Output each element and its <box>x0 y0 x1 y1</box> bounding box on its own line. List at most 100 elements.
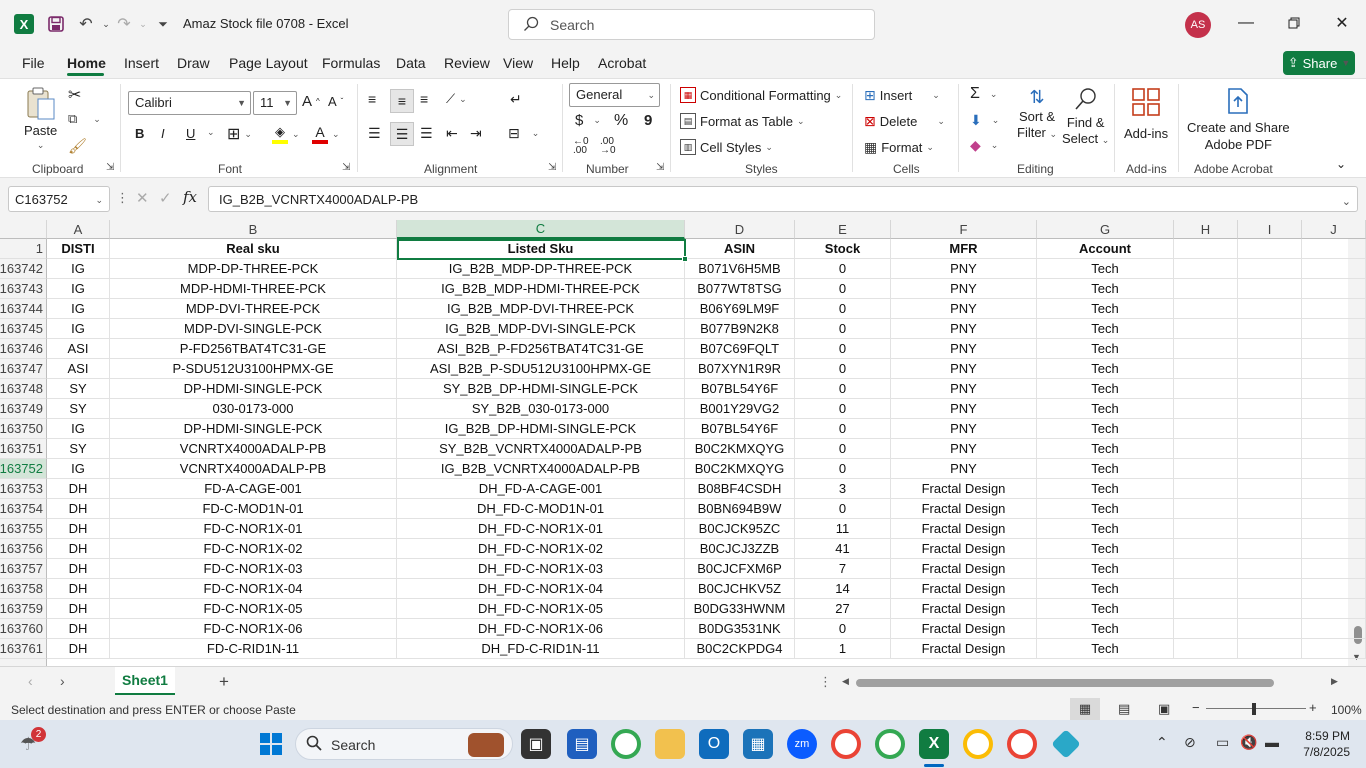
cell-mfr[interactable]: PNY <box>891 259 1037 279</box>
cell-disti[interactable]: DH <box>47 479 110 499</box>
cell-asin[interactable]: B001Y29VG2 <box>685 399 795 419</box>
select-all-corner[interactable] <box>0 220 47 239</box>
align-center-icon[interactable]: ☰ <box>390 122 414 146</box>
cell-listed-sku[interactable]: IG_B2B_DP-HDMI-SINGLE-PCK <box>397 419 685 439</box>
task-view-icon[interactable]: ▣ <box>521 729 551 759</box>
cell-stock[interactable]: 0 <box>795 379 891 399</box>
cell-mfr[interactable]: PNY <box>891 319 1037 339</box>
sheet-tab-sheet1[interactable]: Sheet1 <box>115 667 175 695</box>
cell-listed-sku[interactable]: DH_FD-C-RID1N-11 <box>397 639 685 659</box>
align-middle-icon[interactable]: ≡ <box>390 89 414 113</box>
more-options-icon[interactable]: ⋮ <box>116 190 129 206</box>
cell-account[interactable]: Tech <box>1037 539 1174 559</box>
cell-asin[interactable]: B0CJCHKV5Z <box>685 579 795 599</box>
cell-mfr[interactable]: MFR <box>891 239 1037 259</box>
percent-icon[interactable]: % <box>614 112 628 130</box>
cell-listed-sku[interactable]: IG_B2B_VCNRTX4000ADALP-PB <box>397 459 685 479</box>
cell-real-sku[interactable]: FD-C-NOR1X-03 <box>110 559 397 579</box>
row-header[interactable]: 163742 <box>0 259 47 279</box>
tab-review[interactable]: Review <box>444 55 490 71</box>
cell-account[interactable]: Account <box>1037 239 1174 259</box>
paste-button[interactable]: Paste ⌄ <box>24 87 57 151</box>
row-header[interactable]: 163758 <box>0 579 47 599</box>
cell-i[interactable] <box>1238 239 1302 259</box>
delete-cells-button[interactable]: ⊠ Delete ⌄ <box>864 113 945 130</box>
cell-mfr[interactable]: Fractal Design <box>891 479 1037 499</box>
fill-handle[interactable] <box>682 256 688 262</box>
cell-disti[interactable]: DH <box>47 599 110 619</box>
cell-account[interactable]: Tech <box>1037 399 1174 419</box>
cell-j[interactable] <box>1302 339 1366 359</box>
increase-decimal-icon[interactable]: ←0.00 <box>573 137 589 156</box>
format-painter-icon[interactable]: 🖌 <box>68 137 87 155</box>
increase-font-icon[interactable]: A ^ <box>302 93 320 110</box>
formula-input[interactable]: IG_B2B_VCNRTX4000ADALP-PB ⌄ <box>208 186 1358 212</box>
cell-disti[interactable]: IG <box>47 279 110 299</box>
tab-file[interactable]: File <box>22 55 45 71</box>
row-header[interactable] <box>0 659 47 666</box>
cell-stock[interactable]: 0 <box>795 339 891 359</box>
cell-disti[interactable]: IG <box>47 319 110 339</box>
cell-listed-sku[interactable]: DH_FD-C-MOD1N-01 <box>397 499 685 519</box>
row-header[interactable]: 163748 <box>0 379 47 399</box>
cell-listed-sku[interactable]: IG_B2B_MDP-DVI-SINGLE-PCK <box>397 319 685 339</box>
column-header-c[interactable]: C <box>397 220 685 239</box>
cell-j[interactable] <box>1302 479 1366 499</box>
cell-h[interactable] <box>1174 419 1238 439</box>
cell-stock[interactable]: 1 <box>795 639 891 659</box>
show-hidden-icons-icon[interactable]: ⌃ <box>1156 734 1168 751</box>
row-header[interactable]: 163754 <box>0 499 47 519</box>
cell-i[interactable] <box>1238 259 1302 279</box>
cell-disti[interactable]: IG <box>47 259 110 279</box>
cell-j[interactable] <box>1302 419 1366 439</box>
cell-listed-sku[interactable]: Listed Sku <box>397 239 685 259</box>
cell-i[interactable] <box>1238 339 1302 359</box>
format-as-table-button[interactable]: ▤ Format as Table ⌄ <box>680 113 805 129</box>
cell-real-sku[interactable]: FD-C-NOR1X-02 <box>110 539 397 559</box>
cell-disti[interactable]: IG <box>47 299 110 319</box>
row-header[interactable]: 163745 <box>0 319 47 339</box>
comma-icon[interactable]: 9 <box>644 112 652 129</box>
cell-i[interactable] <box>1238 579 1302 599</box>
cell-h[interactable] <box>1174 339 1238 359</box>
cell-h[interactable] <box>1174 399 1238 419</box>
cell-listed-sku[interactable]: DH_FD-C-NOR1X-05 <box>397 599 685 619</box>
cell-listed-sku[interactable]: IG_B2B_MDP-DVI-THREE-PCK <box>397 299 685 319</box>
cell-account[interactable]: Tech <box>1037 559 1174 579</box>
column-header-e[interactable]: E <box>795 220 891 239</box>
cell-real-sku[interactable]: MDP-DVI-SINGLE-PCK <box>110 319 397 339</box>
cell-account[interactable]: Tech <box>1037 339 1174 359</box>
cell-j[interactable] <box>1302 279 1366 299</box>
cell-stock[interactable]: 0 <box>795 419 891 439</box>
chrome-profile-icon[interactable] <box>875 729 905 759</box>
row-header[interactable]: 163751 <box>0 439 47 459</box>
number-launcher-icon[interactable]: ⇲ <box>656 162 664 173</box>
cell-stock[interactable]: 0 <box>795 439 891 459</box>
align-right-icon[interactable]: ☰ <box>420 125 433 142</box>
bold-button[interactable]: B <box>135 126 144 141</box>
row-header[interactable]: 163744 <box>0 299 47 319</box>
find-select-button[interactable]: Find & Select ⌄ <box>1062 87 1109 146</box>
cell-asin[interactable]: B0DG3531NK <box>685 619 795 639</box>
cell-asin[interactable]: B07BL54Y6F <box>685 379 795 399</box>
cell-h[interactable] <box>1174 499 1238 519</box>
align-left-icon[interactable]: ☰ <box>368 125 381 142</box>
row-header[interactable]: 163757 <box>0 559 47 579</box>
cell-account[interactable]: Tech <box>1037 639 1174 659</box>
start-icon[interactable] <box>256 729 286 759</box>
excel-taskbar-icon[interactable]: X <box>919 729 949 759</box>
cell-mfr[interactable]: PNY <box>891 439 1037 459</box>
cell-h[interactable] <box>1174 479 1238 499</box>
cell-j[interactable] <box>1302 519 1366 539</box>
cell-j[interactable] <box>1302 579 1366 599</box>
cell-h[interactable] <box>1174 599 1238 619</box>
cell-asin[interactable]: B07BL54Y6F <box>685 419 795 439</box>
page-layout-view-icon[interactable]: ▤ <box>1118 701 1130 717</box>
cell-real-sku[interactable]: FD-C-RID1N-11 <box>110 639 397 659</box>
cell-asin[interactable]: B08BF4CSDH <box>685 479 795 499</box>
cell-h[interactable] <box>1174 439 1238 459</box>
underline-button[interactable]: U <box>186 126 195 141</box>
cell-stock[interactable]: 0 <box>795 279 891 299</box>
cell-mfr[interactable]: PNY <box>891 299 1037 319</box>
column-header-a[interactable]: A <box>47 220 110 239</box>
